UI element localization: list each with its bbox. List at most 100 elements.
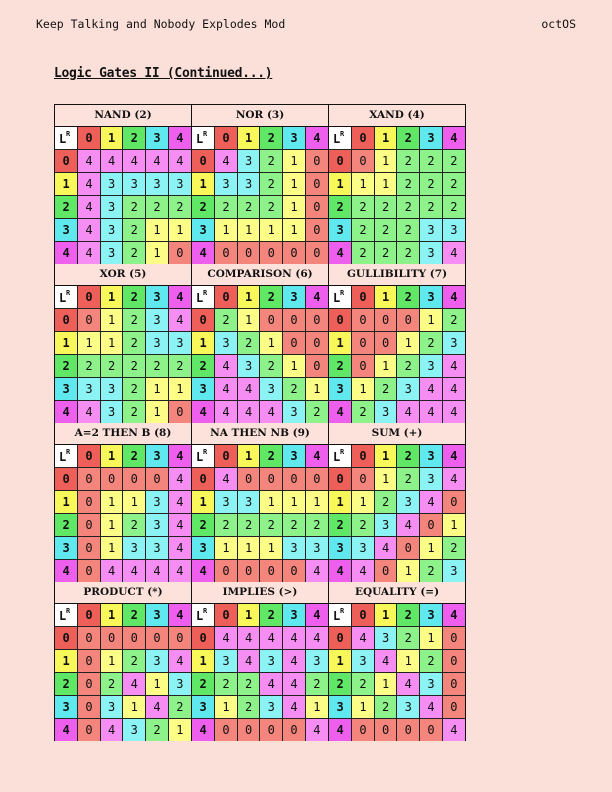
column-header: 4	[304, 286, 328, 309]
corner-right-label: R	[66, 448, 71, 456]
truth-table-row: 344321	[192, 377, 328, 401]
column-header: 2	[396, 604, 421, 627]
table-cell: 0	[419, 718, 443, 741]
table-cell: 2	[145, 195, 169, 219]
table-cell: 0	[259, 241, 284, 264]
table-cell: 3	[396, 377, 421, 401]
truth-table: LR01234001222111222222222322233422234	[329, 127, 465, 264]
table-cell: 3	[419, 354, 443, 378]
table-cell: 0	[122, 467, 147, 491]
table-cell: 4	[236, 649, 261, 673]
column-header: 4	[167, 127, 191, 150]
row-header: 4	[55, 241, 79, 264]
table-cell: 1	[122, 490, 147, 514]
truth-table: LR01234044444143333243222343211443210	[55, 127, 191, 264]
table-cell: 3	[304, 649, 328, 673]
truth-table-row: 400004	[192, 718, 328, 741]
table-cell: 2	[236, 672, 261, 696]
row-header: 0	[55, 149, 79, 173]
table-cell: 1	[373, 672, 398, 696]
table-cell: 0	[396, 308, 421, 332]
table-cell: 1	[214, 536, 238, 560]
table-cell: 1	[419, 536, 443, 560]
table-cell: 1	[351, 377, 375, 401]
column-header: 3	[282, 286, 306, 309]
truth-table-row: 223401	[329, 513, 465, 537]
table-cell: 2	[351, 672, 375, 696]
row-header: 2	[55, 513, 79, 537]
row-header: 2	[55, 354, 79, 378]
column-header: 1	[236, 127, 261, 150]
table-cell: 4	[259, 400, 284, 423]
truth-table-row: 400004	[192, 559, 328, 582]
row-header: 4	[55, 559, 79, 582]
table-cell: 2	[259, 172, 284, 196]
truth-table-block: XAND (4) L R 0 1 2 3 4 0 0 1 2 2 2 1 1 1 2 2 2 2 2 2 2 2 2 3 2 2 2 3 3 4…	[329, 105, 465, 264]
row-header: 0	[55, 308, 79, 332]
table-cell: 0	[351, 149, 375, 173]
table-cell: 1	[99, 513, 124, 537]
table-cell: 0	[167, 626, 191, 650]
truth-table-block: SUM (+) L R 0 1 2 3 4 0 0 1 2 3 4 1 1 2 3 4 0 2 2 3 4 0 1 3 3 4 0 1 2 4 4…	[329, 423, 465, 582]
truth-table-block: PRODUCT (*) L R 0 1 2 3 4 0 0 0 0 0 0 1 0 1 2 3 4 2 0 2 4 1 3 3 0 3 1…	[55, 582, 191, 741]
table-cell: 0	[167, 241, 191, 264]
column-header: 4	[441, 445, 465, 468]
table-cell: 2	[145, 718, 169, 741]
row-header: 3	[192, 536, 216, 560]
table-cell: 2	[304, 400, 328, 423]
row-header: 0	[192, 149, 216, 173]
table-cell: 0	[214, 559, 238, 582]
table-cell: 2	[419, 172, 443, 196]
column-header: 2	[396, 286, 421, 309]
table-cell: 4	[282, 626, 306, 650]
table-cell: 3	[99, 172, 124, 196]
truth-table-header-row: LR01234	[55, 445, 191, 468]
table-cell: 3	[122, 718, 147, 741]
truth-table-row: 422234	[329, 241, 465, 264]
row-header: 3	[55, 695, 79, 719]
table-cell: 2	[351, 195, 375, 219]
table-cell: 2	[419, 559, 443, 582]
table-cell: 2	[214, 195, 238, 219]
row-header: 2	[192, 672, 216, 696]
row-header: 3	[329, 695, 353, 719]
table-cell: 2	[167, 354, 191, 378]
table-cell: 0	[351, 354, 375, 378]
table-cell: 2	[259, 149, 284, 173]
table-cell: 4	[373, 536, 398, 560]
truth-table-row: 400004	[329, 718, 465, 741]
table-cell: 0	[373, 559, 398, 582]
table-cell: 2	[441, 195, 465, 219]
row-header: 3	[329, 536, 353, 560]
table-cell: 0	[373, 718, 398, 741]
table-cell: 2	[122, 308, 147, 332]
table-cell: 0	[304, 149, 328, 173]
table-cell: 2	[214, 308, 238, 332]
table-cell: 4	[282, 672, 306, 696]
table-cell: 4	[214, 467, 238, 491]
truth-table-header-row: LR01234	[192, 604, 328, 627]
row-header: 0	[329, 149, 353, 173]
table-cell: 4	[214, 377, 238, 401]
table-cell: 0	[77, 536, 101, 560]
table-cell: 4	[77, 195, 101, 219]
table-cell: 3	[259, 695, 284, 719]
table-cell: 0	[351, 308, 375, 332]
row-header: 1	[55, 490, 79, 514]
table-cell: 0	[214, 241, 238, 264]
column-header: 1	[373, 127, 398, 150]
truth-table-row: 000012	[329, 308, 465, 332]
table-cell: 4	[236, 377, 261, 401]
truth-table-row: 222210	[192, 195, 328, 219]
table-cell: 2	[396, 626, 421, 650]
corner-right-label: R	[203, 130, 208, 138]
table-cell: 1	[419, 626, 443, 650]
truth-table-row: 133210	[192, 172, 328, 196]
table-cell: 0	[259, 559, 284, 582]
truth-table: LR01234043210134120221430312340400004	[329, 604, 465, 741]
table-cell: 1	[145, 377, 169, 401]
column-header: 3	[145, 127, 169, 150]
row-header: 4	[329, 241, 353, 264]
truth-table-row: 443210	[55, 241, 191, 264]
truth-table-row: 043210	[192, 149, 328, 173]
